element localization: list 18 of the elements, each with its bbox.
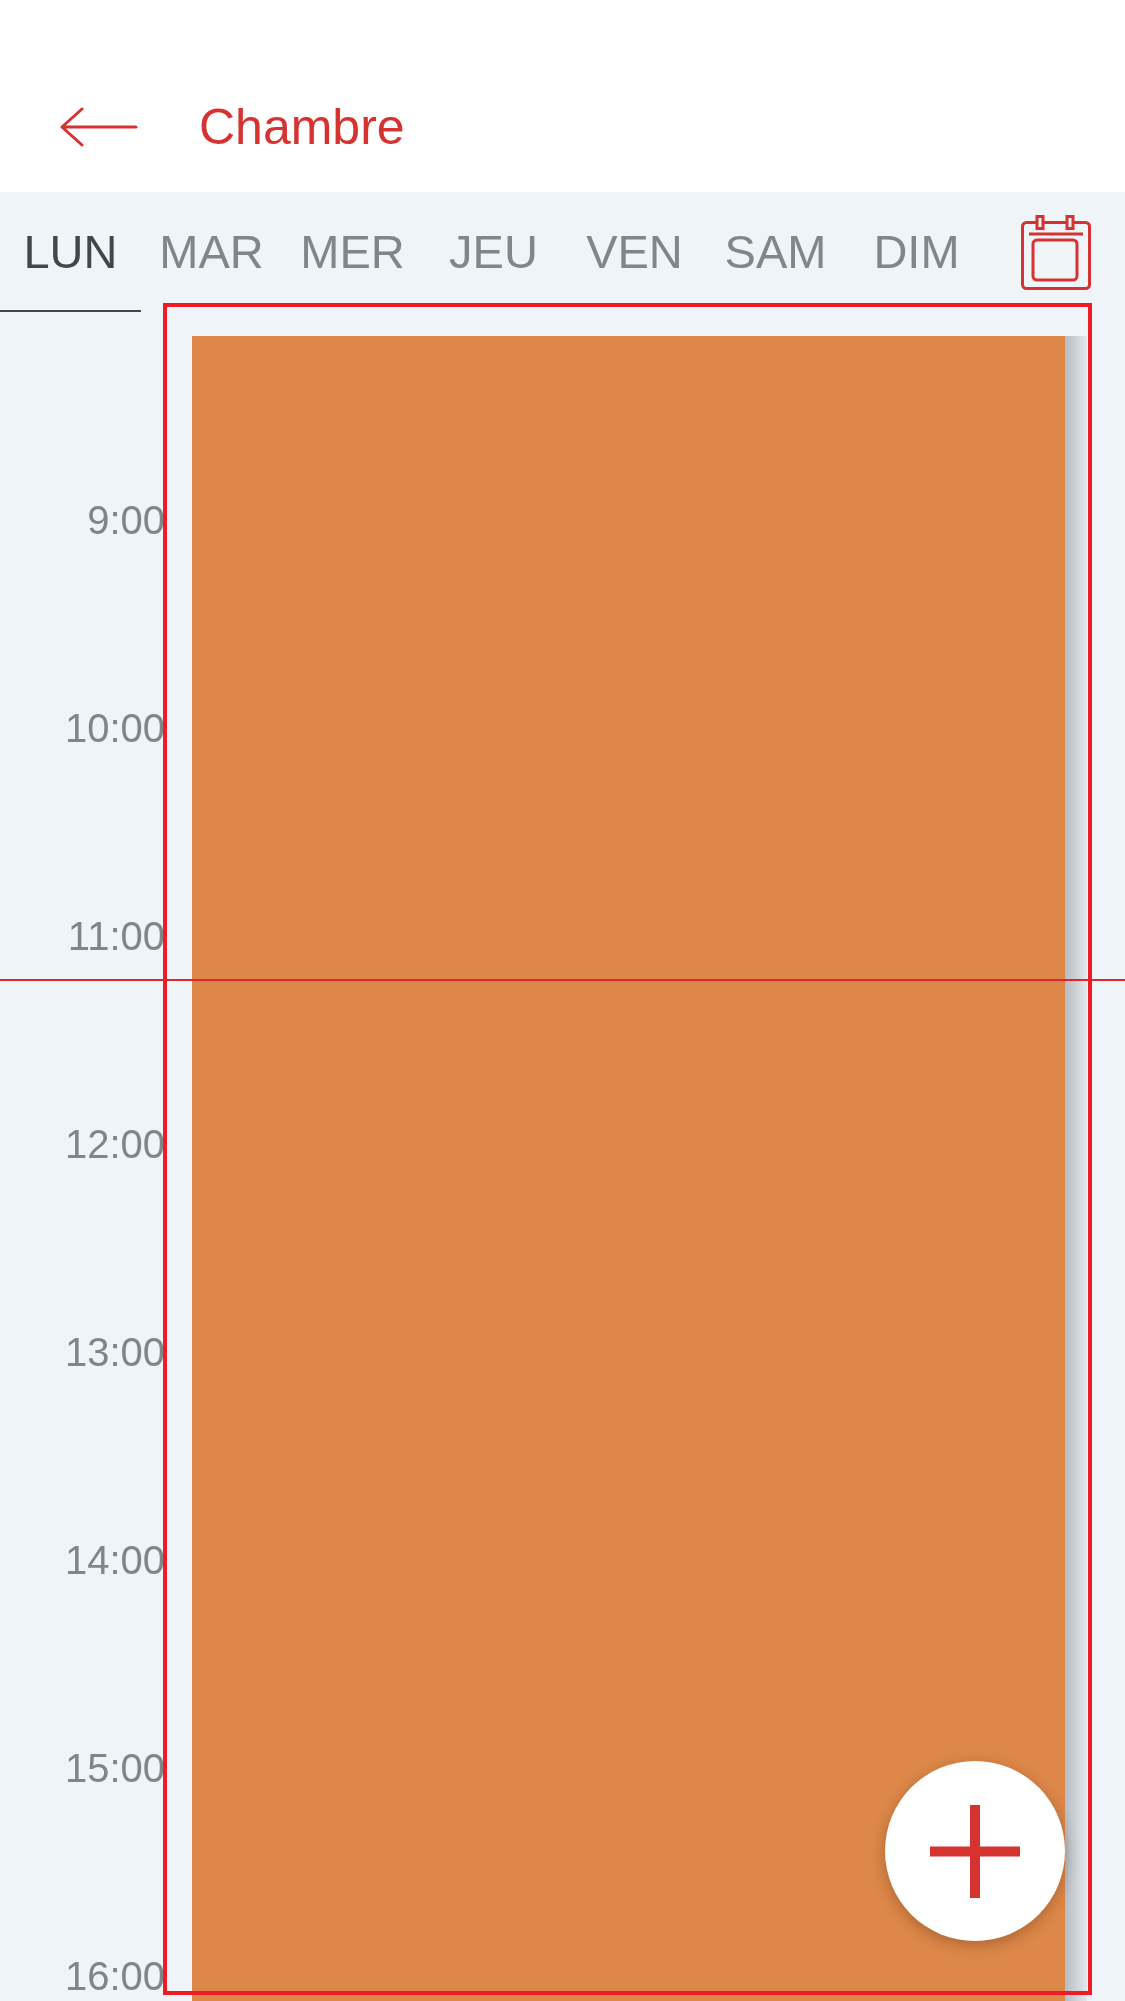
hour-label: 9:00 xyxy=(87,497,165,543)
hour-label: 14:00 xyxy=(64,1537,165,1583)
day-tab[interactable]: SAM xyxy=(705,192,846,312)
hour-label: 10:00 xyxy=(64,705,165,751)
hour-label: 16:00 xyxy=(64,1953,165,1999)
calendar-icon[interactable] xyxy=(1021,214,1091,290)
hour-label: 11:00 xyxy=(67,913,165,959)
hour-label: 15:00 xyxy=(64,1745,165,1791)
day-tab[interactable]: DIM xyxy=(846,192,987,312)
back-arrow-icon[interactable] xyxy=(60,107,138,147)
day-tab[interactable]: JEU xyxy=(423,192,564,312)
hour-label: 13:00 xyxy=(64,1329,165,1375)
day-tab[interactable]: MER xyxy=(282,192,423,312)
hour-label: 12:00 xyxy=(64,1121,165,1167)
plus-icon xyxy=(930,1804,1020,1898)
day-tab[interactable]: MAR xyxy=(141,192,282,312)
screen-title: Chambre xyxy=(199,98,405,156)
day-tab[interactable]: VEN xyxy=(564,192,705,312)
